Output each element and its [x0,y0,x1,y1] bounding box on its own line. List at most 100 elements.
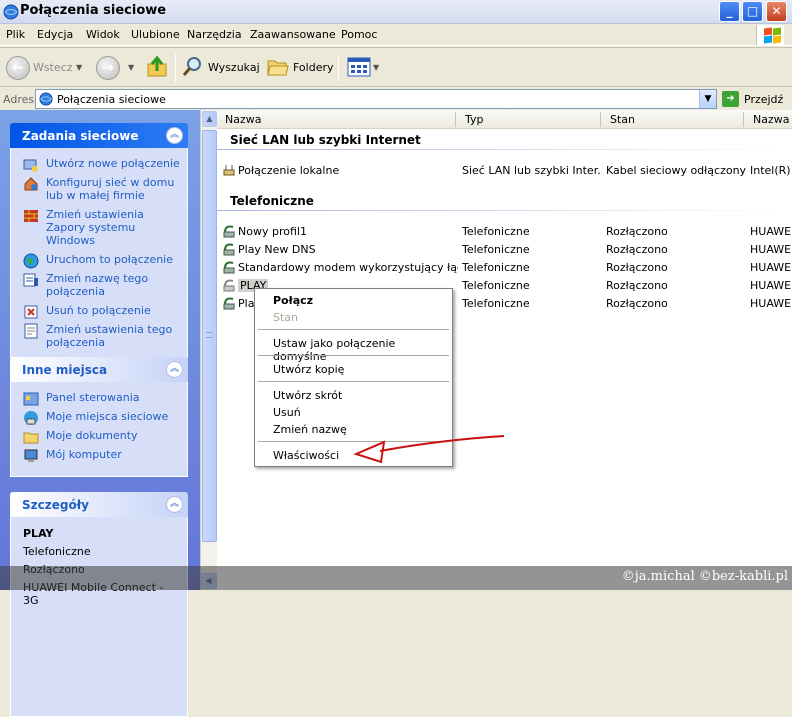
globe-icon [23,253,39,269]
rename-icon [23,273,38,287]
table-row[interactable]: Play New DNS Telefoniczne Rozłączono HUA… [217,240,792,258]
folders-button[interactable]: Foldery [293,61,334,74]
network-tasks-header[interactable]: Zadania sieciowe ︽ [10,123,188,148]
place-network-places[interactable]: Moje miejsca sieciowe [23,410,181,425]
column-header-type[interactable]: Typ [465,113,484,126]
menu-favorites[interactable]: Ulubione [131,28,180,41]
back-arrow-icon[interactable]: ← [6,56,30,80]
menu-tools[interactable]: Narzędzia [187,28,242,41]
menu-set-default[interactable]: Ustaw jako połączenie domyślne [273,337,452,363]
lan-connection-icon [223,165,235,176]
menu-bar: Plik Edycja Widok Ulubione Narzędzia Zaa… [0,24,792,46]
task-home-network-setup[interactable]: Konfiguruj sieć w domu lub w małej firmi… [23,176,181,202]
dialup-connection-icon [223,297,235,310]
dialup-connection-icon [223,243,235,256]
other-places-header[interactable]: Inne miejsca ︽ [10,357,188,382]
details-panel: Szczegóły ︽ PLAY Telefoniczne Rozłączono… [10,492,188,717]
home-network-icon [24,177,38,191]
windows-logo-icon [756,25,784,45]
group-divider [217,149,792,150]
task-pane: Zadania sieciowe ︽ Utwórz nowe połączeni… [0,110,200,717]
details-connection-name: PLAY [23,527,54,540]
menu-advanced[interactable]: Zaawansowane [250,28,336,41]
column-header-name[interactable]: Nazwa [225,113,261,126]
details-header[interactable]: Szczegóły ︽ [10,492,188,517]
annotation-arrow [353,435,505,464]
group-heading-lan: Sieć LAN lub szybki Internet [230,133,421,147]
menu-properties[interactable]: Właściwości [273,449,339,462]
network-connections-icon [3,4,19,20]
delete-icon [24,305,38,319]
column-header-device-name[interactable]: Nazwa [753,113,789,126]
group-heading-dialup: Telefoniczne [230,194,314,208]
maximize-button[interactable]: □ [742,1,763,22]
up-folder-icon[interactable] [146,55,170,79]
scroll-up-arrow-icon[interactable]: ▲ [202,111,217,127]
collapse-chevron-icon[interactable]: ︽ [166,496,183,513]
address-bar: Adres Połączenia sieciowe ▼ ➜ Przejdź [0,88,792,110]
documents-folder-icon [23,432,39,444]
scroll-thumb[interactable] [202,130,217,542]
folders-icon[interactable] [266,56,290,78]
menu-delete[interactable]: Usuń [273,406,301,419]
menu-create-copy[interactable]: Utwórz kopię [273,363,344,376]
task-delete-connection[interactable]: Usuń to połączenie [23,304,181,319]
task-connection-settings[interactable]: Zmień ustawienia tego połączenia [23,323,181,349]
firewall-icon [24,210,38,222]
properties-icon [24,323,38,339]
task-rename-connection[interactable]: Zmień nazwę tego połączenia [23,272,181,298]
menu-help[interactable]: Pomoc [341,28,377,41]
toolbar: ← Wstecz ▼ → ▼ Wyszukaj Foldery ▼ [0,47,792,87]
search-button[interactable]: Wyszukaj [208,61,260,74]
close-button[interactable]: ✕ [766,1,787,22]
menu-create-shortcut[interactable]: Utwórz skrót [273,389,342,402]
place-my-computer[interactable]: Mój komputer [23,448,181,462]
back-button[interactable]: Wstecz [33,61,73,74]
dialup-connection-icon [223,279,235,292]
menu-connect[interactable]: Połącz [273,294,313,307]
place-control-panel[interactable]: Panel sterowania [23,391,181,406]
go-button[interactable]: Przejdź [744,93,783,106]
task-pane-scrollbar[interactable]: ▲ ▼ [200,110,217,590]
address-dropdown-icon[interactable]: ▼ [699,90,716,108]
title-bar[interactable]: Połączenia sieciowe _ □ ✕ [0,0,792,24]
task-start-connection[interactable]: Uruchom to połączenie [23,253,181,269]
address-field[interactable]: Połączenia sieciowe ▼ [35,89,717,109]
search-icon[interactable] [181,55,205,79]
watermark: ©ja.michal ©bez-kabli.pl [0,566,792,590]
task-create-connection[interactable]: Utwórz nowe połączenie [23,157,181,172]
views-dropdown-icon[interactable]: ▼ [373,63,379,72]
menu-edit[interactable]: Edycja [37,28,73,41]
computer-icon [24,449,38,462]
details-connection-type: Telefoniczne [23,545,91,558]
task-firewall-settings[interactable]: Zmień ustawienia Zapory systemu Windows [23,208,181,247]
table-row[interactable]: Nowy profil1 Telefoniczne Rozłączono HUA… [217,222,792,240]
back-dropdown-icon[interactable]: ▼ [76,63,82,72]
menu-status: Stan [273,311,299,324]
place-my-documents[interactable]: Moje dokumenty [23,429,181,444]
table-row[interactable]: Standardowy modem wykorzystujący łącz...… [217,258,792,276]
details-title: Szczegóły [22,498,89,512]
address-value: Połączenia sieciowe [57,93,166,106]
menu-rename[interactable]: Zmień nazwę [273,423,347,436]
collapse-chevron-icon[interactable]: ︽ [166,127,183,144]
network-tasks-panel: Zadania sieciowe ︽ Utwórz nowe połączeni… [10,123,188,358]
group-divider [217,210,792,211]
forward-arrow-icon[interactable]: → [96,56,120,80]
menu-file[interactable]: Plik [6,28,25,41]
go-arrow-icon[interactable]: ➜ [722,91,739,107]
views-icon[interactable] [347,57,371,77]
column-header-status[interactable]: Stan [610,113,635,126]
window-title: Połączenia sieciowe [20,3,167,18]
watermark-text: ©ja.michal ©bez-kabli.pl [621,569,788,584]
forward-dropdown-icon[interactable]: ▼ [128,63,134,72]
collapse-chevron-icon[interactable]: ︽ [166,361,183,378]
dialup-connection-icon [223,225,235,238]
network-tasks-title: Zadania sieciowe [22,129,139,143]
new-connection-icon [23,159,38,172]
network-connections-icon [39,92,53,106]
minimize-button[interactable]: _ [719,1,740,22]
other-places-title: Inne miejsca [22,363,108,377]
menu-view[interactable]: Widok [86,28,120,41]
table-row[interactable]: Połączenie lokalne Sieć LAN lub szybki I… [217,161,792,179]
